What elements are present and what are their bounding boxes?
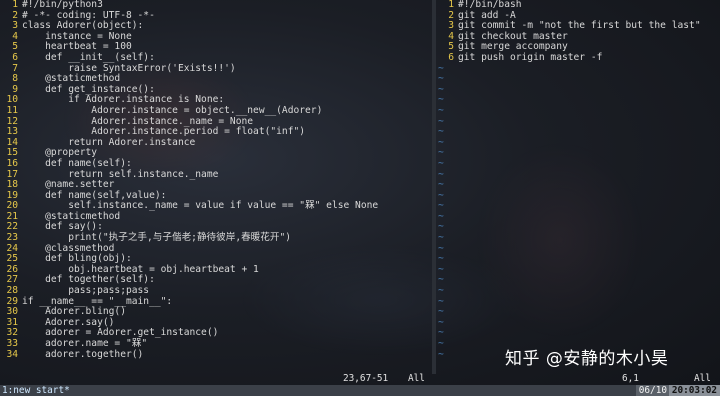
- code-text: adorer.name = "槑": [22, 338, 148, 349]
- code-text: @name.setter: [22, 179, 115, 191]
- tmux-window-tab[interactable]: 1:new start*: [2, 385, 70, 396]
- empty-line-marker: ~: [438, 327, 444, 339]
- empty-line-marker: ~: [438, 147, 444, 159]
- empty-line-marker: ~: [438, 242, 444, 254]
- code-text: return Adorer.instance: [22, 136, 196, 148]
- code-text: heartbeat = 100: [22, 41, 132, 53]
- code-text: return self.instance._name: [22, 168, 219, 180]
- code-text: git push origin master -f: [458, 51, 603, 63]
- code-text: Adorer.instance = object.__new__(Adorer): [22, 104, 323, 116]
- empty-line-marker: ~: [438, 62, 444, 74]
- empty-line-marker: ~: [438, 210, 444, 222]
- empty-line-marker: ~: [438, 115, 444, 127]
- code-text: def together(self):: [22, 274, 155, 286]
- empty-line-marker: ~: [438, 316, 444, 328]
- empty-line-marker: ~: [438, 338, 444, 349]
- code-text: instance = None: [22, 30, 132, 42]
- code-line[interactable]: 34 adorer.together(): [0, 348, 432, 361]
- empty-line-marker: ~: [438, 104, 444, 116]
- empty-line-marker: ~: [438, 263, 444, 275]
- empty-line-marker: ~: [438, 232, 444, 244]
- code-text: pass;pass;pass: [22, 285, 150, 297]
- status-line-left: 23,67-51 All: [0, 374, 432, 385]
- status-line-right: 6,1 All: [436, 374, 720, 385]
- code-text: @property: [22, 147, 98, 159]
- code-text: Adorer.instance._name = None: [22, 115, 254, 127]
- empty-line-marker: ~: [438, 189, 444, 201]
- code-text: @staticmethod: [22, 73, 121, 85]
- editor-pane-left[interactable]: 1 #!/bin/python3 2 # -*- coding: UTF-8 -*- 3…: [0, 0, 432, 374]
- code-text: Adorer.say(): [22, 316, 115, 328]
- code-text: def bling(obj):: [22, 253, 132, 265]
- code-text: class Adorer(object):: [22, 20, 144, 32]
- empty-line-marker: ~: [438, 274, 444, 286]
- code-text: if Adorer.instance is None:: [22, 94, 225, 106]
- line-number: 34: [6, 348, 18, 360]
- scroll-indicator: All: [694, 373, 711, 385]
- empty-line-marker: ~: [438, 157, 444, 169]
- code-text: def __init__(self):: [22, 51, 155, 63]
- empty-line-marker: ~: [438, 136, 444, 148]
- line-number: 11: [6, 104, 18, 116]
- empty-line-marker: ~: [438, 179, 444, 191]
- code-text: def say():: [22, 221, 103, 233]
- code-text: #!/bin/bash: [458, 0, 522, 10]
- line-number: 16: [6, 157, 18, 169]
- empty-line-marker: ~: [438, 295, 444, 307]
- line-number: 33: [6, 338, 18, 349]
- empty-line-marker: ~: [438, 200, 444, 212]
- tmux-clock: 20:03:02: [668, 385, 720, 396]
- code-text: @classmethod: [22, 242, 115, 254]
- empty-line-marker: ~: [438, 94, 444, 106]
- code-text: Adorer.bling(): [22, 306, 126, 318]
- code-text: obj.heartbeat = obj.heartbeat + 1: [22, 263, 259, 275]
- code-text: git checkout master: [458, 30, 568, 42]
- code-text: raise SyntaxError('Exists!!'): [22, 62, 236, 74]
- empty-line-marker: ~: [438, 306, 444, 318]
- editor-pane-right[interactable]: 1 #!/bin/bash 2 git add -A 3 git commit -m "n…: [436, 0, 720, 374]
- cursor-position: 6,1: [622, 373, 639, 385]
- empty-line-marker: ~: [438, 126, 444, 138]
- code-text: git add -A: [458, 9, 516, 21]
- code-text: git commit -m "not the first but the las…: [458, 20, 701, 32]
- empty-line-marker: ~: [438, 83, 444, 95]
- code-text: if __name__ == "__main__":: [22, 295, 173, 307]
- line-number: 6: [448, 51, 454, 63]
- watermark: 知乎 @安静的木小昊: [505, 349, 669, 369]
- code-text: Adorer.instance.period = float("inf"): [22, 126, 306, 138]
- empty-line-marker: ~: [438, 168, 444, 180]
- empty-line-marker: ~: [438, 253, 444, 265]
- line-number: 1: [448, 0, 454, 10]
- code-text: def get_instance():: [22, 83, 155, 95]
- code-text: self.instance._name = value if value == …: [22, 200, 379, 212]
- tmux-date: 06/10: [635, 385, 670, 396]
- code-text: git merge accompany: [458, 41, 568, 53]
- code-text: def name(self):: [22, 157, 132, 169]
- line-number: 1: [12, 0, 18, 10]
- line-number: 6: [12, 51, 18, 63]
- scroll-indicator: All: [408, 373, 425, 385]
- code-text: def name(self,value):: [22, 189, 167, 201]
- code-text: adorer = Adorer.get_instance(): [22, 327, 219, 339]
- code-text: # -*- coding: UTF-8 -*-: [22, 9, 155, 21]
- code-text: #!/bin/python3: [22, 0, 103, 10]
- tmux-status-bar: 1:new start* 06/10 20:03:02: [0, 385, 720, 396]
- empty-line-marker: ~: [438, 73, 444, 85]
- code-text: adorer.together(): [22, 348, 144, 360]
- code-line[interactable]: 6 git push origin master -f: [436, 51, 720, 64]
- code-text: print("执子之手,与子偕老;静待彼岸,春暖花开"): [22, 232, 292, 244]
- empty-line-marker: ~: [438, 221, 444, 233]
- cursor-position: 23,67-51: [343, 373, 389, 385]
- empty-line-marker: ~: [438, 285, 444, 297]
- code-text: @staticmethod: [22, 210, 121, 222]
